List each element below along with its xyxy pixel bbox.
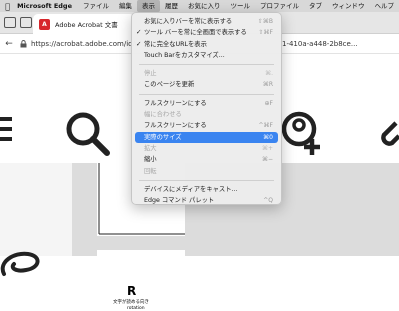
lock-icon[interactable] [18,39,28,48]
menu-view[interactable]: 表示 [137,0,160,12]
shortcut-label: ^Q [263,197,273,205]
hamburger-menu-icon[interactable] [0,115,14,143]
menu-item-zoom-in[interactable]: 拡大 ⌘+ [132,143,281,154]
shortcut-label: ⌘+ [261,144,273,152]
menu-item-show-full-url[interactable]: ✓ 常に完全なURLを表示 [132,39,281,50]
workspaces-icon[interactable] [4,17,16,28]
shortcut-label: ⌘R [262,81,273,89]
menu-edit[interactable]: 編集 [114,0,137,12]
menu-tab[interactable]: タブ [304,0,327,12]
vertical-tabs-icon[interactable] [20,17,32,28]
link-icon[interactable] [374,119,399,155]
menu-item-cast-media[interactable]: デバイスにメディアをキャスト... [132,184,281,195]
page-heading-letter: R [127,284,137,298]
menu-item-show-favorites-bar[interactable]: お気に入りバーを常に表示する ⇧⌘B [132,16,281,27]
page-text-line: 文字が読める向き [113,300,149,305]
menu-separator [139,179,274,181]
menu-profile[interactable]: プロファイル [255,0,304,12]
menu-file[interactable]: ファイル [78,0,114,12]
menu-item-stop[interactable]: 停止 ⌘. [132,68,281,79]
menu-app-name[interactable]: Microsoft Edge [15,0,78,12]
shortcut-label: ⌘− [261,156,273,164]
menu-separator [139,64,274,66]
lasso-icon[interactable] [0,248,44,280]
menu-item-customize-touch-bar[interactable]: Touch Barをカスタマイズ... [132,50,281,61]
macos-menu-bar:  Microsoft Edge ファイル 編集 表示 履歴 お気に入り ツール… [0,0,399,12]
menu-item-toolbar-fullscreen[interactable]: ✓ ツール バーを常に全画面で表示する ⇧⌘F [132,27,281,38]
shortcut-label: ^⌘F [258,122,273,130]
menu-item-command-palette[interactable]: Edge コマンド パレット ^Q [132,195,281,206]
url-field-tail[interactable]: 1-410a-a448-2b8ce... [282,40,358,48]
url-field[interactable]: https://acrobat.adobe.com/id/u [31,40,139,48]
menu-item-fullscreen[interactable]: フルスクリーンにする ⊕F [132,98,281,109]
shortcut-label: ⇧⌘F [258,29,273,37]
tab-adobe-acrobat[interactable]: A Adobe Acrobat 文書 [33,14,135,34]
search-icon[interactable] [63,109,113,159]
checkmark-icon: ✓ [136,39,142,48]
back-arrow-icon[interactable]: ← [2,39,16,49]
menu-item-reload[interactable]: このページを更新 ⌘R [132,79,281,90]
menu-separator [139,93,274,95]
menu-item-fullscreen-alt[interactable]: フルスクリーンにする ^⌘F [132,120,281,131]
shortcut-label: ⇧⌘B [257,18,273,25]
menu-tools[interactable]: ツール [226,0,256,12]
tab-title: Adobe Acrobat 文書 [55,21,118,29]
thumbnail-sidebar [0,163,72,256]
menu-history[interactable]: 履歴 [160,0,183,12]
menu-item-fit-width[interactable]: 幅に合わせる [132,109,281,120]
view-menu-dropdown: お気に入りバーを常に表示する ⇧⌘B ✓ ツール バーを常に全画面で表示する ⇧… [131,12,282,205]
shortcut-label: ⌘0 [263,133,273,141]
checkmark-icon: ✓ [136,28,142,37]
menu-item-zoom-out[interactable]: 縮小 ⌘− [132,154,281,165]
shortcut-label: ⊕F [264,99,273,107]
add-user-icon[interactable] [279,109,323,159]
menu-window[interactable]: ウィンドウ [327,0,370,12]
page-text-line: rotation [127,306,145,311]
menu-help[interactable]: ヘルプ [370,0,399,12]
acrobat-icon: A [39,18,50,30]
menu-item-rotate[interactable]: 回転 [132,166,281,177]
apple-icon[interactable]:  [0,2,15,11]
menu-item-actual-size[interactable]: 実際のサイズ ⌘0 [135,131,278,143]
shortcut-label: ⌘. [265,70,273,78]
menu-favorites[interactable]: お気に入り [183,0,226,12]
